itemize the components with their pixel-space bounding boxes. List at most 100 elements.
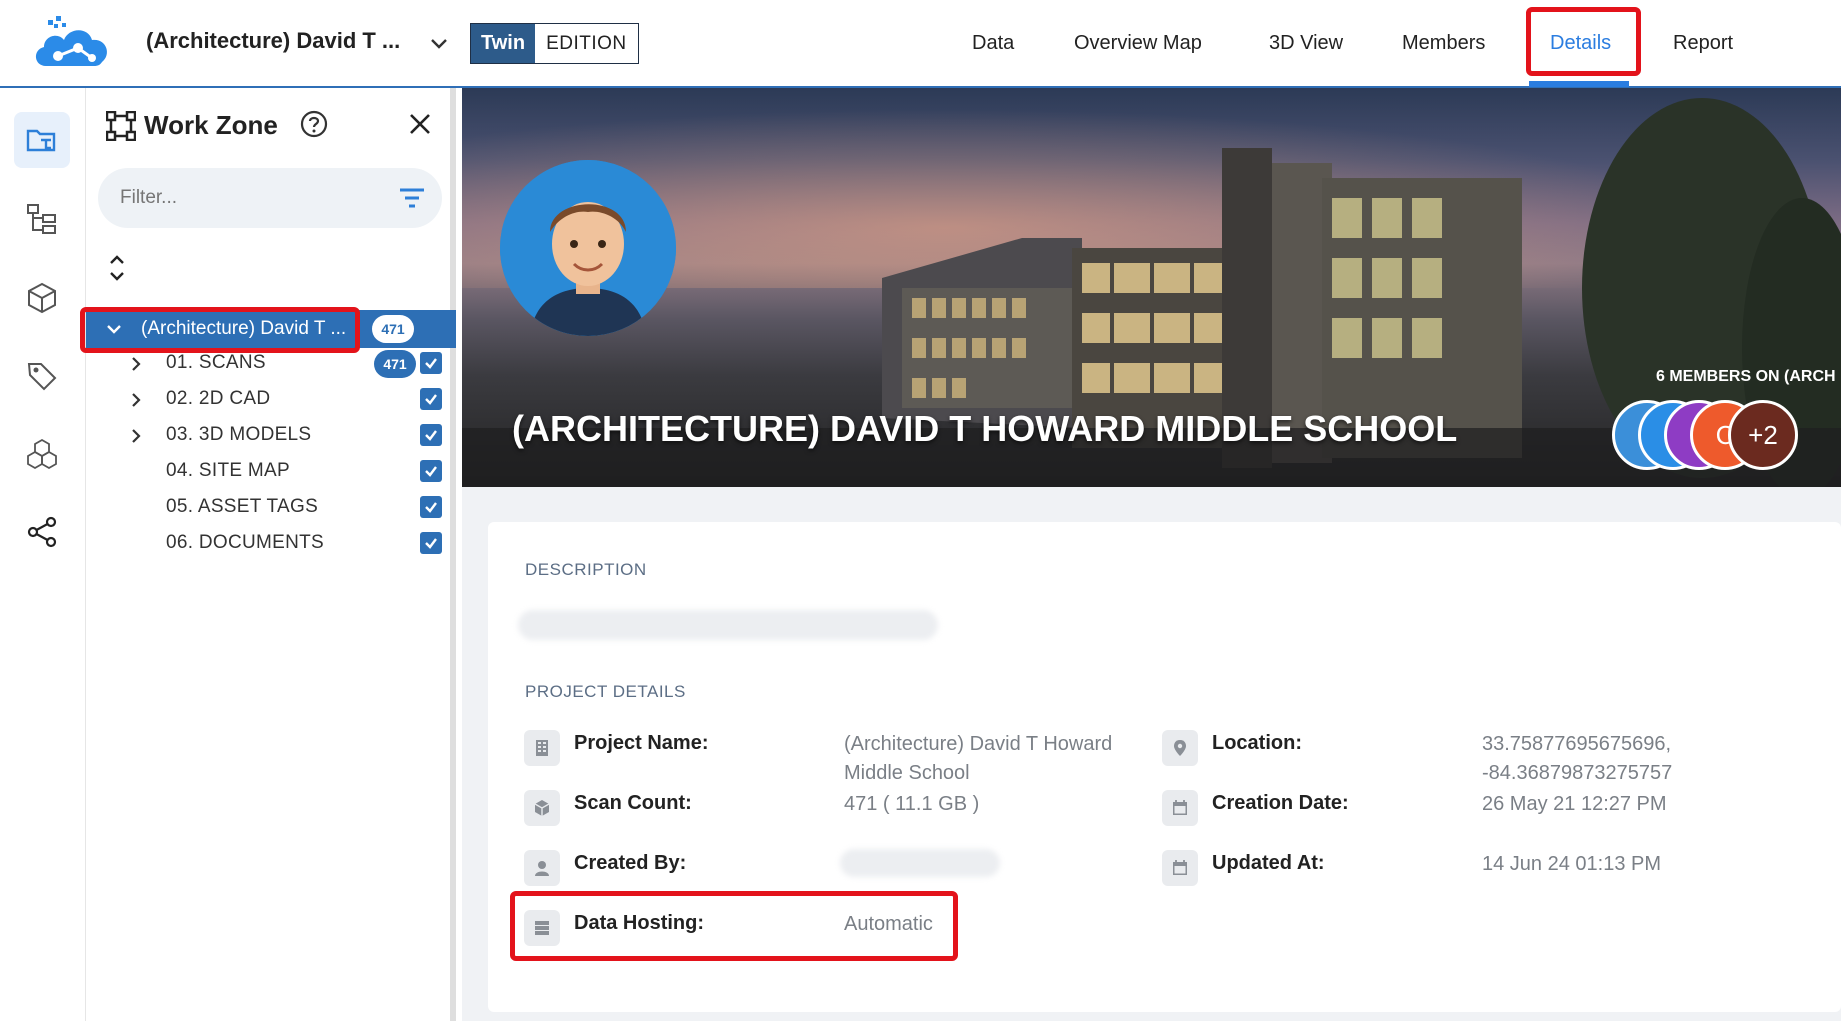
tree-root-item[interactable]: (Architecture) David T ... 471 (86, 310, 456, 348)
check-icon (425, 430, 437, 441)
work-zone-icon (106, 110, 136, 141)
checkbox[interactable] (420, 460, 442, 482)
cloud-logo-icon[interactable] (28, 14, 116, 74)
tree-item-label: 06. DOCUMENTS (166, 532, 325, 553)
filter-icon[interactable] (398, 186, 426, 210)
left-rail (0, 88, 86, 1021)
cubes-icon (27, 438, 57, 470)
checkbox[interactable] (420, 532, 442, 554)
tree-item-documents[interactable]: 06. DOCUMENTS (86, 526, 456, 562)
rail-work-zone-button[interactable] (14, 112, 70, 168)
creation-date-label: Creation Date: (1212, 792, 1349, 814)
location-latitude: 33.75877695675696, (1482, 733, 1672, 755)
members-count-title: 6 MEMBERS ON (ARCH (1656, 368, 1836, 385)
tag-icon (27, 363, 57, 391)
calendar-icon (1162, 850, 1198, 886)
creation-date-value: 26 May 21 12:27 PM (1482, 793, 1667, 815)
close-icon[interactable] (406, 110, 434, 138)
server-icon (524, 910, 560, 946)
checkbox[interactable] (420, 424, 442, 446)
work-zone-header: Work Zone (106, 110, 278, 141)
scan-count-value: 471 ( 11.1 GB ) (844, 793, 980, 815)
rail-hierarchy-button[interactable] (14, 191, 70, 247)
checkbox[interactable] (420, 388, 442, 410)
edition-label: EDITION (535, 24, 638, 63)
tree-item-2d-cad[interactable]: 02. 2D CAD (86, 382, 456, 418)
check-icon (425, 358, 437, 369)
folder-tree-icon (26, 129, 56, 152)
checkbox[interactable] (420, 496, 442, 518)
cube-icon (28, 282, 56, 314)
description-label: DESCRIPTION (525, 560, 647, 579)
nav-overview-map[interactable]: Overview Map (1074, 0, 1202, 86)
tree-item-scans[interactable]: 01. SCANS 471 (86, 346, 456, 382)
rail-assets-button[interactable] (14, 426, 70, 482)
location-pin-icon (1162, 730, 1198, 766)
tree-item-site-map[interactable]: 04. SITE MAP (86, 454, 456, 490)
details-card: DESCRIPTION PROJECT DETAILS Project Name… (488, 522, 1841, 1012)
tree-item-label: 05. ASSET TAGS (166, 496, 319, 517)
box-icon (524, 790, 560, 826)
updated-at-value: 14 Jun 24 01:13 PM (1482, 853, 1662, 875)
chevron-right-icon[interactable] (126, 354, 146, 374)
project-details-label: PROJECT DETAILS (525, 682, 686, 701)
project-name-value: (Architecture) David T Howard Middle Sch… (844, 733, 1113, 784)
top-bar: (Architecture) David T ... Twin EDITION … (0, 0, 1841, 88)
calendar-icon (1162, 790, 1198, 826)
data-hosting-label: Data Hosting: (574, 912, 704, 934)
active-tab-indicator (1529, 81, 1629, 87)
main-content: (ARCHITECTURE) DAVID T HOWARD MIDDLE SCH… (462, 88, 1841, 1021)
user-icon (524, 850, 560, 886)
scan-count-label: Scan Count: (574, 792, 692, 814)
hero-project-title: (ARCHITECTURE) DAVID T HOWARD MIDDLE SCH… (512, 408, 1458, 449)
chevron-down-icon[interactable] (104, 319, 124, 339)
collapse-all-icon[interactable] (108, 252, 126, 284)
rail-3d-button[interactable] (14, 270, 70, 326)
project-avatar (500, 160, 676, 336)
tree-item-asset-tags[interactable]: 05. ASSET TAGS (86, 490, 456, 526)
avatar-portrait-icon (500, 160, 676, 336)
scans-count-badge: 471 (374, 350, 416, 378)
rail-tags-button[interactable] (14, 348, 70, 404)
tree-root-label: (Architecture) David T ... (141, 318, 347, 339)
check-icon (425, 502, 437, 513)
location-label: Location: (1212, 732, 1302, 754)
tree-item-3d-models[interactable]: 03. 3D MODELS (86, 418, 456, 454)
updated-at-label: Updated At: (1212, 852, 1325, 874)
project-name-label: Project Name: (574, 732, 709, 754)
more-members-badge[interactable]: +2 (1728, 400, 1798, 470)
chevron-right-icon[interactable] (126, 390, 146, 410)
chevron-down-icon[interactable] (428, 32, 450, 54)
tree-item-label: 01. SCANS (166, 352, 266, 373)
filter-input[interactable] (120, 168, 360, 228)
share-icon (27, 516, 57, 548)
tree-item-label: 02. 2D CAD (166, 388, 271, 409)
nav-data[interactable]: Data (972, 0, 1014, 86)
nav-report[interactable]: Report (1673, 0, 1733, 86)
nav-members[interactable]: Members (1402, 0, 1485, 86)
data-hosting-value: Automatic (844, 913, 933, 935)
building-icon (524, 730, 560, 766)
work-zone-title: Work Zone (144, 110, 278, 140)
tree-item-label: 03. 3D MODELS (166, 424, 312, 445)
check-icon (425, 394, 437, 405)
location-longitude: -84.36879873275757 (1482, 762, 1673, 784)
hierarchy-icon (27, 204, 56, 234)
created-by-value-redacted (840, 849, 1000, 877)
tree-item-label: 04. SITE MAP (166, 460, 290, 481)
project-title[interactable]: (Architecture) David T ... (146, 28, 400, 54)
rail-share-button[interactable] (14, 504, 70, 560)
edition-badge: Twin EDITION (470, 23, 639, 64)
tree-root-count-badge: 471 (372, 315, 414, 343)
check-icon (425, 466, 437, 477)
nav-3d-view[interactable]: 3D View (1269, 0, 1343, 86)
chevron-right-icon[interactable] (126, 426, 146, 446)
nav-details[interactable]: Details (1550, 0, 1611, 86)
filter-box (98, 168, 442, 228)
help-icon[interactable] (300, 110, 328, 138)
edition-twin: Twin (471, 24, 536, 63)
created-by-label: Created By: (574, 852, 687, 874)
check-icon (425, 538, 437, 549)
work-zone-panel: Work Zone (Architecture) David T ... 471… (80, 88, 456, 1021)
checkbox[interactable] (420, 352, 442, 374)
